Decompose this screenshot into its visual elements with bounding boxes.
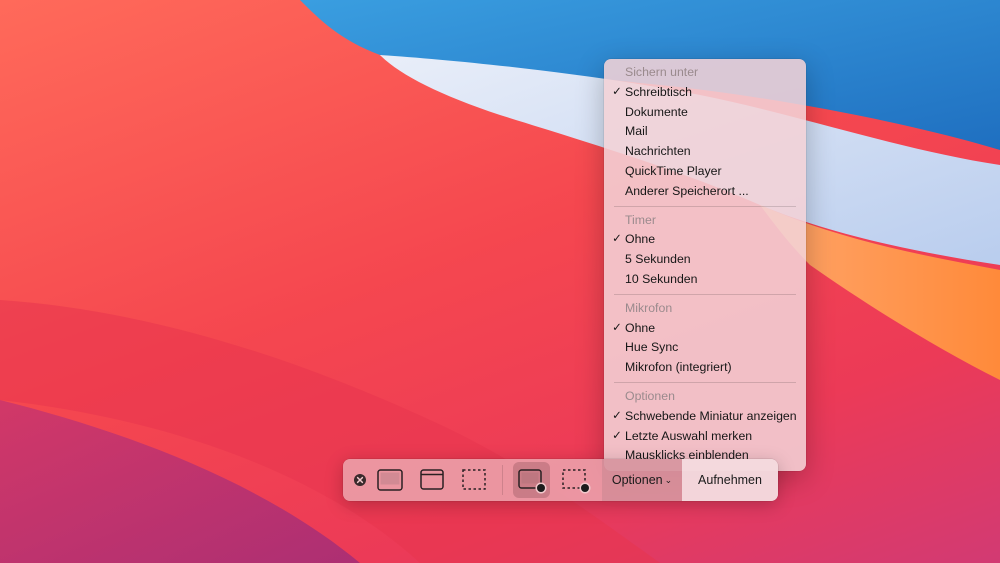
menu-item-label: Ohne [625, 232, 656, 247]
options-label: Optionen [611, 473, 663, 487]
menu-heading-options: Optionen [625, 388, 675, 403]
screenshot-toolbar: Optionen ⌄ Aufnehmen [343, 459, 778, 501]
menu-item-label: QuickTime Player [625, 163, 722, 178]
menu-item-label: Mail [625, 124, 648, 139]
checkmark-icon: ✓ [612, 429, 622, 442]
menu-heading-microphone: Mikrofon [625, 300, 673, 315]
checkmark-icon: ✓ [612, 233, 622, 246]
menu-item-mic-builtin[interactable]: Mikrofon (integriert) [604, 358, 806, 378]
close-toolbar-button[interactable] [352, 472, 368, 488]
record-entire-screen-button[interactable] [513, 462, 550, 498]
checkmark-icon: ✓ [612, 85, 622, 98]
record-label: Aufnehmen [698, 473, 762, 487]
menu-item-label: Hue Sync [625, 340, 679, 355]
window-icon [420, 469, 444, 490]
menu-item-timer-10s[interactable]: 10 Sekunden [604, 270, 806, 290]
menu-item-mic-hue-sync[interactable]: Hue Sync [604, 338, 806, 358]
record-selection-button[interactable] [557, 462, 594, 498]
menu-item-label: Dokumente [625, 104, 688, 119]
menu-item-label: Letzte Auswahl merken [625, 428, 753, 443]
menu-item-mail[interactable]: Mail [604, 122, 806, 142]
menu-item-label: Mikrofon (integriert) [625, 360, 732, 375]
checkmark-icon: ✓ [612, 321, 622, 334]
close-icon [354, 474, 366, 486]
menu-item-timer-5s[interactable]: 5 Sekunden [604, 250, 806, 270]
menu-item-floating-thumbnail[interactable]: ✓ Schwebende Miniatur anzeigen [604, 407, 806, 427]
capture-options-menu: Sichern unter ✓ Schreibtisch Dokumente Ma… [604, 59, 806, 471]
entire-screen-icon [377, 469, 403, 491]
capture-window-button[interactable] [414, 462, 450, 498]
menu-item-label: Schreibtisch [625, 84, 692, 99]
menu-item-label: 5 Sekunden [625, 252, 691, 267]
menu-item-label: Nachrichten [625, 144, 691, 159]
menu-item-label: 10 Sekunden [625, 271, 698, 286]
selection-icon [462, 469, 486, 490]
chevron-down-icon: ⌄ [664, 475, 673, 485]
menu-item-label: Schwebende Miniatur anzeigen [625, 408, 797, 423]
record-selection-icon [562, 469, 591, 494]
menu-item-timer-none[interactable]: ✓ Ohne [604, 230, 806, 250]
menu-item-label: Ohne [625, 320, 656, 335]
menu-item-remember-selection[interactable]: ✓ Letzte Auswahl merken [604, 427, 806, 447]
menu-item-label: Anderer Speicherort ... [625, 183, 749, 198]
menu-item-quicktime-player[interactable]: QuickTime Player [604, 162, 806, 182]
toolbar-divider [502, 465, 503, 495]
capture-selection-button[interactable] [456, 462, 492, 498]
menu-heading-save: Sichern unter [625, 65, 699, 79]
checkmark-icon: ✓ [612, 409, 622, 422]
menu-item-documents[interactable]: Dokumente [604, 103, 806, 123]
menu-separator [604, 202, 806, 211]
record-button[interactable]: Aufnehmen [682, 459, 778, 501]
menu-item-desktop[interactable]: ✓ Schreibtisch [604, 83, 806, 103]
menu-item-messages[interactable]: Nachrichten [604, 142, 806, 162]
record-screen-icon [518, 469, 547, 494]
menu-item-mic-none[interactable]: ✓ Ohne [604, 319, 806, 339]
menu-separator [604, 378, 806, 387]
menu-heading-timer: Timer [625, 212, 656, 227]
menu-item-other-location[interactable]: Anderer Speicherort ... [604, 182, 806, 202]
capture-entire-screen-button[interactable] [372, 462, 408, 498]
menu-separator [604, 290, 806, 299]
options-dropdown-button[interactable]: Optionen ⌄ [602, 459, 682, 501]
